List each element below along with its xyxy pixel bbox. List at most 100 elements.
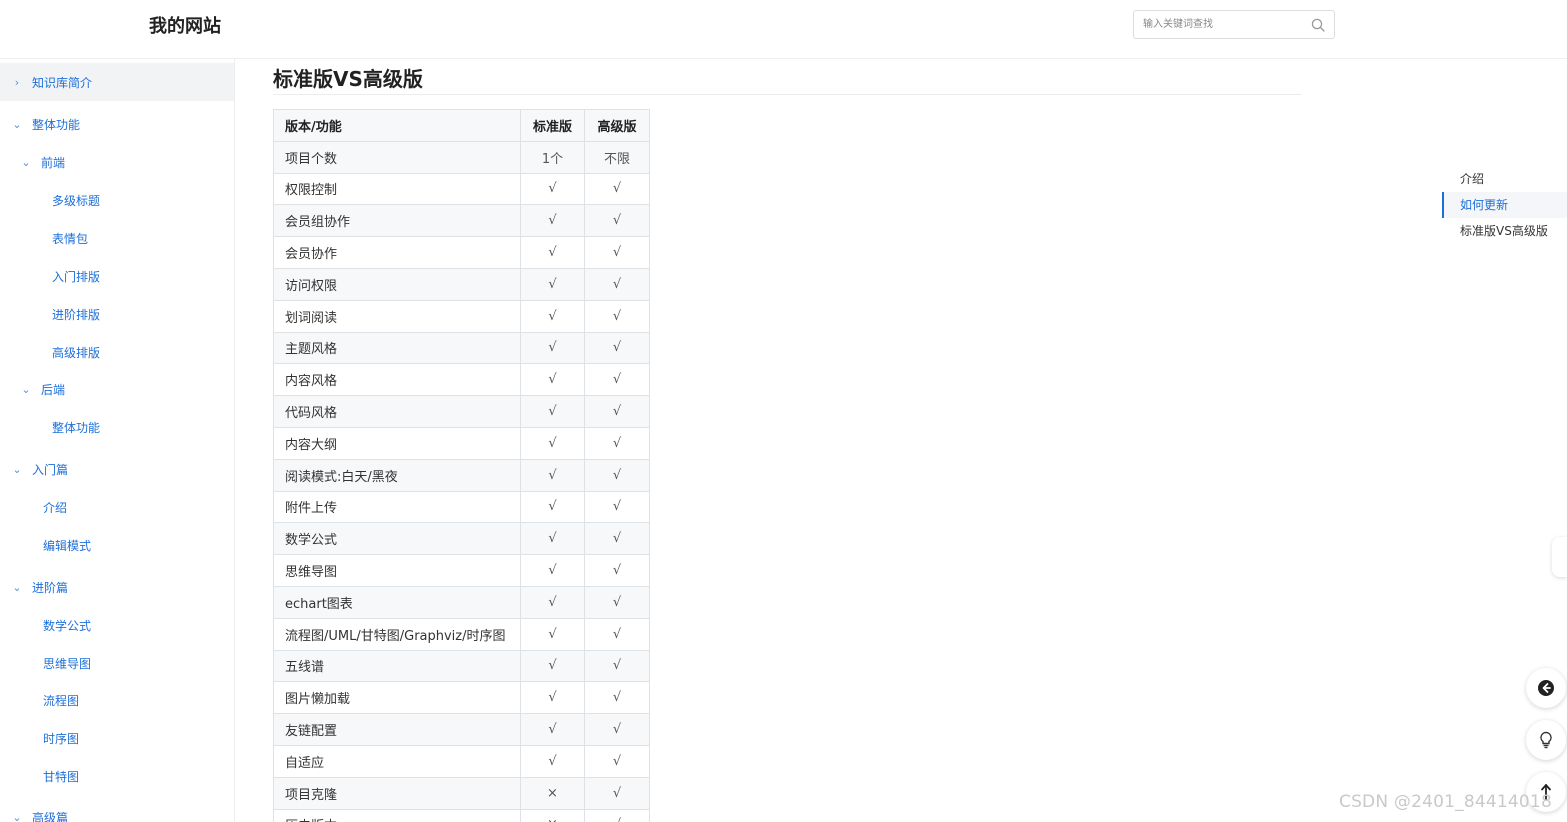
search-icon[interactable] [1311, 18, 1325, 32]
advanced-value-cell: √ [584, 267, 650, 301]
sidebar-item[interactable]: ⌄ 前端 [0, 143, 234, 181]
sidebar-item[interactable]: 思维导图 [0, 644, 234, 682]
sidebar-item[interactable]: ⌄ 高级篇 [0, 798, 234, 822]
lightbulb-icon [1540, 731, 1552, 749]
feature-name-cell: 内容风格 [273, 363, 521, 397]
sidebar-item[interactable]: › 知识库简介 [0, 63, 234, 101]
site-logo-title[interactable]: 我的网站 [149, 12, 221, 38]
site-header: 我的网站 [0, 0, 1567, 59]
sidebar-item-label: 编辑模式 [43, 538, 92, 553]
feature-name-cell: 数学公式 [273, 522, 521, 556]
feature-name-cell: 流程图/UML/甘特图/Graphviz/时序图 [273, 617, 521, 651]
table-row: 会员组协作 √ √ [273, 204, 650, 238]
sidebar-item[interactable]: 流程图 [0, 681, 234, 719]
feature-name-cell: 五线谱 [273, 649, 521, 683]
standard-value-cell: 1个 [520, 140, 585, 174]
sidebar-item-label: 高级排版 [52, 345, 101, 360]
table-row: 图片懒加载 √ √ [273, 681, 650, 715]
advanced-value-cell: √ [584, 331, 650, 365]
toc-item[interactable]: 标准版VS高级版 [1442, 218, 1567, 244]
sidebar-item-label: 进阶篇 [32, 580, 69, 595]
advanced-value-cell: √ [584, 776, 650, 810]
advanced-value-cell: √ [584, 299, 650, 333]
chevron-right-icon[interactable]: › [10, 76, 24, 89]
table-row: 友链配置 √ √ [273, 713, 650, 746]
chevron-down-icon[interactable]: ⌄ [10, 581, 24, 594]
side-panel-tab[interactable] [1552, 537, 1567, 577]
theme-toggle-button[interactable] [1526, 720, 1566, 760]
standard-value-cell: √ [520, 172, 585, 206]
advanced-value-cell: √ [584, 681, 650, 715]
toc-item[interactable]: 介绍 [1442, 166, 1567, 192]
sidebar-item[interactable]: 介绍 [0, 488, 234, 526]
search-box[interactable] [1133, 10, 1335, 39]
standard-value-cell: √ [520, 331, 585, 365]
sidebar-item-label: 后端 [41, 382, 66, 397]
table-row: 划词阅读 √ √ [273, 299, 650, 333]
advanced-value-cell: √ [584, 617, 650, 651]
sidebar-item[interactable]: ⌄ 整体功能 [0, 105, 234, 143]
sidebar-item[interactable]: 数学公式 [0, 606, 234, 644]
sidebar-item-label: 甘特图 [43, 769, 80, 784]
chevron-down-icon[interactable]: ⌄ [19, 156, 33, 169]
search-input[interactable] [1134, 11, 1304, 38]
advanced-value-cell: √ [584, 490, 650, 524]
toc-item[interactable]: 如何更新 [1442, 192, 1567, 218]
standard-value-cell: √ [520, 299, 585, 333]
advanced-value-cell: √ [584, 458, 650, 492]
sidebar-item[interactable]: 整体功能 [0, 408, 234, 446]
feature-name-cell: 会员组协作 [273, 204, 521, 238]
sidebar-item[interactable]: ⌄ 入门篇 [0, 450, 234, 488]
sidebar-item-label: 流程图 [43, 693, 80, 708]
standard-value-cell: √ [520, 585, 585, 619]
sidebar-item-label: 知识库简介 [32, 75, 93, 90]
column-header-feature: 版本/功能 [273, 109, 521, 142]
sidebar-item-label: 入门排版 [52, 269, 101, 284]
table-header-row: 版本/功能 标准版 高级版 [273, 109, 650, 142]
sidebar-item[interactable]: ⌄ 后端 [0, 370, 234, 408]
standard-value-cell: √ [520, 363, 585, 397]
chevron-down-icon[interactable]: ⌄ [10, 463, 24, 476]
title-divider [273, 94, 1301, 95]
sidebar-item[interactable]: 入门排版 [0, 257, 234, 295]
sidebar-item-label: 时序图 [43, 731, 80, 746]
sidebar-item-label: 多级标题 [52, 193, 101, 208]
sidebar-item[interactable]: 进阶排版 [0, 295, 234, 333]
feature-name-cell: 自适应 [273, 744, 521, 778]
feature-name-cell: 会员协作 [273, 236, 521, 269]
sidebar-item[interactable]: ⌄ 进阶篇 [0, 568, 234, 606]
feature-name-cell: 附件上传 [273, 490, 521, 524]
sidebar-item[interactable]: 多级标题 [0, 181, 234, 219]
back-button[interactable] [1526, 668, 1566, 708]
standard-value-cell: √ [520, 490, 585, 524]
table-row: echart图表 √ √ [273, 585, 650, 619]
table-row: 流程图/UML/甘特图/Graphviz/时序图 √ √ [273, 617, 650, 651]
table-of-contents: 介绍 如何更新 标准版VS高级版 [1442, 166, 1567, 244]
chevron-down-icon[interactable]: ⌄ [10, 811, 24, 822]
feature-name-cell: 项目克隆 [273, 776, 521, 810]
sidebar-item[interactable]: 时序图 [0, 719, 234, 757]
table-row: 五线谱 √ √ [273, 649, 650, 683]
sidebar-item-label: 进阶排版 [52, 307, 101, 322]
advanced-value-cell: √ [584, 204, 650, 238]
table-row: 项目个数 1个 不限 [273, 140, 650, 174]
page-title: 标准版VS高级版 [273, 67, 423, 91]
chevron-down-icon[interactable]: ⌄ [19, 383, 33, 396]
sidebar-item[interactable]: 编辑模式 [0, 526, 234, 564]
feature-name-cell: 项目个数 [273, 140, 521, 174]
sidebar-item[interactable]: 甘特图 [0, 757, 234, 795]
standard-value-cell: × [520, 776, 585, 810]
sidebar-item-label: 思维导图 [43, 656, 92, 671]
sidebar-item-label: 高级篇 [32, 810, 69, 822]
sidebar-item[interactable]: 表情包 [0, 219, 234, 257]
table-row: 历史版本×√ [273, 808, 650, 822]
chevron-down-icon[interactable]: ⌄ [10, 118, 24, 131]
sidebar-item-label: 前端 [41, 155, 66, 170]
sidebar-item[interactable]: 高级排版 [0, 333, 234, 371]
standard-value-cell: √ [520, 458, 585, 492]
standard-value-cell: √ [520, 395, 585, 428]
feature-name-cell: 划词阅读 [273, 299, 521, 333]
advanced-value-cell: √ [584, 172, 650, 206]
advanced-value-cell: √ [584, 649, 650, 683]
sidebar-item-label: 整体功能 [52, 420, 101, 435]
